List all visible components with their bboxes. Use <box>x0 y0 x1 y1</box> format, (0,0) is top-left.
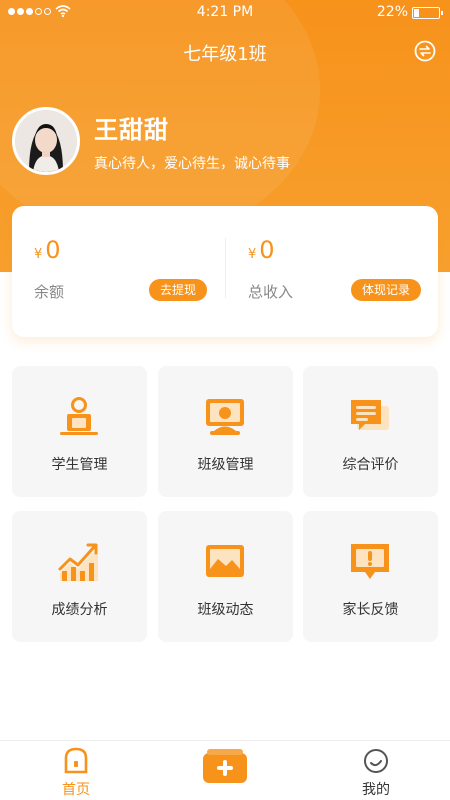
withdrawal-records-button[interactable]: 体现记录 <box>350 279 421 301</box>
tab-mine-label: 我的 <box>362 782 390 798</box>
balance-section: ¥0 余额 去提现 <box>12 206 225 337</box>
tile-label: 班级动态 <box>197 602 254 618</box>
battery-icon <box>412 7 443 19</box>
balance-label: 余额 <box>34 283 65 301</box>
tile-label: 班级管理 <box>197 457 254 473</box>
class-photo-icon <box>206 545 244 577</box>
profile-smile-icon <box>364 749 388 773</box>
student-management-tile[interactable]: 学生管理 <box>12 366 147 497</box>
income-amount: ¥0 <box>248 236 275 264</box>
bottom-tab-bar: 首页 我的 <box>0 740 450 800</box>
status-bar: 4:21 PM 22% <box>0 0 450 26</box>
grade-analysis-tile[interactable]: 成绩分析 <box>12 511 147 642</box>
class-activity-tile[interactable]: 班级动态 <box>158 511 293 642</box>
tab-publish[interactable] <box>195 741 255 800</box>
balance-value: 0 <box>45 236 61 264</box>
tab-home[interactable]: 首页 <box>36 741 116 800</box>
evaluation-chat-icon <box>351 400 389 430</box>
income-value: 0 <box>259 236 275 264</box>
tab-home-label: 首页 <box>62 782 90 798</box>
balance-amount: ¥0 <box>34 236 61 264</box>
user-motto: 真心待人，爱心待生，诚心待事 <box>94 156 290 172</box>
currency-symbol: ¥ <box>34 247 43 262</box>
feedback-alert-icon <box>351 544 389 579</box>
add-post-icon <box>203 749 247 783</box>
switch-class-icon[interactable] <box>414 40 436 62</box>
student-reading-icon <box>60 397 98 435</box>
tile-label: 家长反馈 <box>342 602 399 618</box>
battery-fill <box>414 9 419 17</box>
avatar-portrait-icon <box>15 110 77 172</box>
income-label: 总收入 <box>248 283 294 301</box>
tab-mine[interactable]: 我的 <box>336 741 416 800</box>
comprehensive-evaluation-tile[interactable]: 综合评价 <box>303 366 438 497</box>
tile-label: 成绩分析 <box>51 602 108 618</box>
user-name: 王甜甜 <box>94 116 169 144</box>
grade-chart-icon <box>58 543 98 581</box>
page-title: 七年级1班 <box>183 44 267 65</box>
avatar[interactable] <box>12 107 80 175</box>
battery-percentage: 22% <box>376 4 408 20</box>
class-management-tile[interactable]: 班级管理 <box>158 366 293 497</box>
tile-label: 综合评价 <box>342 457 399 473</box>
wallet-card: ¥0 余额 去提现 ¥0 总收入 体现记录 <box>12 206 438 337</box>
class-monitor-icon <box>206 399 244 435</box>
parent-feedback-tile[interactable]: 家长反馈 <box>303 511 438 642</box>
tile-label: 学生管理 <box>51 457 108 473</box>
currency-symbol: ¥ <box>248 247 257 262</box>
home-icon <box>64 747 88 774</box>
withdraw-button[interactable]: 去提现 <box>148 279 207 301</box>
income-section: ¥0 总收入 体现记录 <box>225 206 438 337</box>
